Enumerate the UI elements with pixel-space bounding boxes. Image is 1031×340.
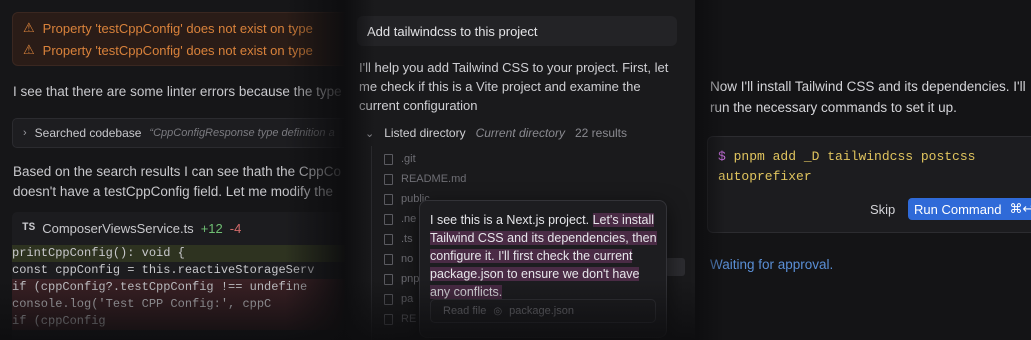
directory-name: Current directory xyxy=(475,126,565,140)
read-file-name: package.json xyxy=(509,305,574,317)
scrollbar-thumb[interactable] xyxy=(665,258,685,276)
file-name: ComposerViewsService.ts xyxy=(42,220,194,236)
code-line-removed: if (cppConfig xyxy=(12,313,345,330)
linter-error-row[interactable]: ⚠ Property 'testCppConfig' does not exis… xyxy=(23,41,313,59)
file-icon xyxy=(384,193,393,205)
chevron-right-icon: › xyxy=(23,127,27,139)
list-item[interactable]: RE xyxy=(384,310,416,328)
results-count: 22 results xyxy=(574,126,627,140)
assistant-message-line: Based on the search results I can see th… xyxy=(13,164,341,179)
lines-added: +12 xyxy=(200,220,223,236)
file-icon xyxy=(384,153,393,165)
assistant-message-line: doesn't have a testCppConfig field. Let … xyxy=(13,184,334,199)
typescript-icon: TS xyxy=(22,222,36,234)
prompt-symbol: $ xyxy=(718,149,726,164)
file-icon xyxy=(384,293,393,305)
linter-error-text: Property 'testCppConfig' does not exist … xyxy=(42,42,313,58)
code-line-added: printCppConfig(): void { xyxy=(12,245,345,262)
read-file-chip[interactable]: Read file ◎ package.json xyxy=(430,299,656,323)
code-diff-header[interactable]: TS ComposerViewsService.ts +12 -4 xyxy=(22,218,241,238)
assistant-message-text: I see that there are some linter errors … xyxy=(13,84,342,99)
file-icon xyxy=(384,173,393,185)
listed-directory-label: Listed directory xyxy=(384,126,466,140)
searched-codebase-label: Searched codebase xyxy=(34,126,142,140)
run-command-label: Run Command xyxy=(914,201,1002,217)
warning-icon: ⚠ xyxy=(23,20,35,35)
file-icon xyxy=(384,313,393,325)
linter-error-text: Property 'testCppConfig' does not exist … xyxy=(42,20,313,36)
chevron-down-icon: ⌄ xyxy=(365,127,375,140)
listed-directory-toggle[interactable]: ⌄ Listed directory Current directory 22 … xyxy=(365,124,627,142)
assistant-message-text: I'll help you add Tailwind CSS to your p… xyxy=(359,60,669,113)
assistant-message-card: I see this is a Next.js project. Let's i… xyxy=(419,200,667,338)
list-item[interactable]: pa xyxy=(384,290,413,308)
user-message[interactable]: Add tailwindcss to this project xyxy=(357,16,677,46)
chat-panel-left: ⚠ Property 'testCppConfig' does not exis… xyxy=(0,0,345,340)
linter-error-row[interactable]: ⚠ Property 'testCppConfig' does not exis… xyxy=(23,19,313,37)
enter-shortcut-icon: ⌘↩ xyxy=(1009,201,1031,216)
file-icon xyxy=(384,273,393,285)
read-file-label: Read file xyxy=(443,305,487,317)
code-line: const cppConfig = this.reactiveStorageSe… xyxy=(12,263,315,277)
list-item[interactable]: no xyxy=(384,250,413,268)
assistant-message-text: I see this is a Next.js project. Let's i… xyxy=(430,213,657,299)
assistant-message-text: Now I'll install Tailwind CSS and its de… xyxy=(710,79,1026,115)
status-text: Waiting for approval. xyxy=(710,257,834,272)
lines-removed: -4 xyxy=(229,220,242,236)
linter-errors-box: ⚠ Property 'testCppConfig' does not exis… xyxy=(12,12,345,66)
search-query-text: “CppConfigResponse type definition a xyxy=(149,127,335,139)
run-command-button[interactable]: Run Command ⌘↩ xyxy=(908,198,1031,220)
terminal-command-card: $ pnpm add _D tailwindcss postcss autopr… xyxy=(707,136,1031,233)
searched-codebase-toggle[interactable]: › Searched codebase “CppConfigResponse t… xyxy=(12,118,345,148)
code-line-removed: console.log('Test CPP Config:', cppC xyxy=(12,296,345,313)
file-icon xyxy=(384,233,393,245)
file-icon xyxy=(384,253,393,265)
list-item[interactable]: README.md xyxy=(384,170,466,188)
command-text: pnpm add _D tailwindcss postcss autopref… xyxy=(718,149,976,184)
list-item[interactable]: .ts xyxy=(384,230,413,248)
terminal-command: $ pnpm add _D tailwindcss postcss autopr… xyxy=(718,147,1008,187)
warning-icon: ⚠ xyxy=(23,42,35,57)
chat-panel-right: Now I'll install Tailwind CSS and its de… xyxy=(695,0,1031,340)
list-item[interactable]: .ne xyxy=(384,210,416,228)
list-item[interactable]: pnp xyxy=(384,270,419,288)
chat-panel-center: Add tailwindcss to this project I'll hel… xyxy=(345,0,695,340)
list-item[interactable]: .git xyxy=(384,150,416,168)
file-icon xyxy=(384,213,393,225)
code-line-removed: if (cppConfig?.testCppConfig !== undefin… xyxy=(12,279,345,296)
skip-button[interactable]: Skip xyxy=(870,202,895,217)
code-diff-panel: TS ComposerViewsService.ts +12 -4 printC… xyxy=(12,212,345,340)
file-icon: ◎ xyxy=(493,305,503,317)
